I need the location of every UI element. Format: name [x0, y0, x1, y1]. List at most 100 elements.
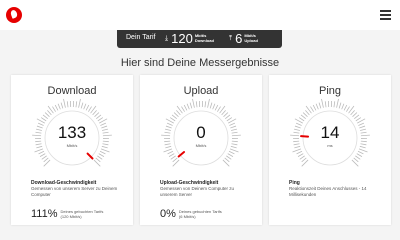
gauge-tick	[324, 101, 327, 108]
gauge-tick	[223, 112, 229, 118]
tariff-download-value: 120	[171, 31, 193, 46]
tariff-label: Dein Tarif	[126, 34, 156, 41]
gauge-tick	[97, 155, 103, 160]
tariff-upload-value: 6	[235, 31, 243, 46]
gauge-tick	[354, 114, 360, 120]
gauge-tick	[228, 150, 235, 155]
gauge-tick	[168, 153, 175, 157]
gauge-tick	[292, 148, 302, 153]
gauge-tick	[209, 102, 213, 109]
gauge-tick	[183, 104, 188, 111]
gauge-tick	[96, 114, 102, 120]
gauge-tick	[310, 106, 314, 112]
gauge-tick	[167, 150, 174, 155]
gauge-tick	[315, 103, 319, 110]
tariff-percent: 0% Deines gebuchten Tarifs (6 Mbit/s)	[160, 208, 222, 220]
gauge-tick	[80, 102, 84, 109]
gauge-tick	[229, 148, 239, 153]
download-icon: ⤓	[165, 34, 169, 42]
gauge-tick	[169, 117, 176, 122]
gauge-tick	[296, 150, 303, 155]
gauge-tick	[341, 103, 345, 110]
download-gauge: 133 Mbit/s	[31, 97, 113, 179]
upload-card: Upload 0 Mbit/s Upload-Geschwindigkeit G…	[140, 75, 262, 225]
gauge-tick	[227, 153, 234, 157]
percent-value: 111%	[31, 208, 58, 220]
gauge-tick	[217, 106, 221, 112]
gauge-tick	[214, 104, 219, 111]
gauge-tick	[170, 155, 176, 160]
gauge-tick	[57, 103, 61, 110]
gauge-tick	[355, 117, 362, 122]
gauge-tick	[163, 148, 173, 153]
gauge-value: 0	[196, 123, 206, 142]
gauge-tick	[195, 101, 198, 108]
gauge-tick	[189, 102, 193, 109]
gauge-value: 14	[320, 123, 340, 142]
gauge-tick	[186, 103, 190, 110]
gauge-tick	[171, 114, 177, 120]
results-heading: Hier sind Deine Messergebnisse	[120, 57, 280, 69]
gauge-tick	[78, 98, 81, 108]
gauge-tick	[43, 157, 49, 163]
gauge-tick	[350, 110, 355, 116]
gauge-tick	[221, 110, 226, 116]
gauge-tick	[204, 101, 207, 108]
gauge-tick	[298, 117, 305, 122]
gauge-tick	[299, 155, 305, 160]
detail-text: Gemessen von unserem Server zu Deinem Co…	[31, 186, 118, 197]
gauge-tick	[100, 148, 110, 153]
gauge-tick	[356, 153, 363, 157]
vodafone-logo-icon[interactable]	[6, 7, 22, 23]
gauge-tick	[98, 153, 105, 157]
gauge-tick	[176, 110, 181, 116]
gauge-tick	[357, 150, 364, 155]
gauge-tick	[92, 110, 97, 116]
gauge-tick	[302, 112, 308, 118]
gauge-tick	[44, 112, 50, 118]
gauge-tick	[172, 157, 178, 163]
ping-gauge: 14 ms	[289, 97, 371, 179]
card-title: Download	[47, 85, 97, 97]
gauge-tick	[301, 157, 307, 163]
gauge-tick	[192, 98, 195, 108]
gauge-tick	[63, 98, 66, 108]
tariff-upload: ⤒ 6 Mbit/s Upload	[229, 31, 258, 46]
gauge-tick	[224, 157, 230, 163]
tariff-percent: 111% Deines gebuchten Tarifs (120 Mbit/s)	[31, 208, 103, 220]
gauge-tick	[52, 106, 56, 112]
upload-gauge: 0 Mbit/s	[160, 97, 242, 179]
gauge-tick	[353, 157, 359, 163]
hamburger-menu-icon[interactable]	[380, 10, 391, 20]
top-bar	[0, 0, 400, 30]
gauge-tick	[207, 98, 210, 108]
gauge-tick	[94, 112, 100, 118]
gauge-tick	[60, 102, 64, 109]
percent-text: Deines gebuchten Tarifs (6 Mbit/s)	[178, 209, 222, 219]
gauge-tick	[333, 101, 336, 108]
gauge-tick	[66, 101, 69, 108]
gauge-tick	[99, 150, 106, 155]
gauge-tick	[226, 155, 232, 160]
gauge-tick	[95, 157, 101, 163]
gauge-tick	[318, 102, 322, 109]
gauge-tick	[338, 102, 342, 109]
tariff-upload-unit: Mbit/s Upload	[244, 33, 258, 43]
gauge-tick	[226, 117, 233, 122]
card-title: Ping	[318, 85, 342, 97]
tariff-bar: Dein Tarif ⤓ 120 Mbit/s Download ⤒ 6 Mbit…	[117, 30, 282, 48]
gauge-tick	[305, 110, 310, 116]
gauge-tick	[42, 114, 48, 120]
gauge-tick	[358, 148, 368, 153]
gauge-tick	[88, 106, 92, 112]
gauge-tick	[336, 98, 339, 108]
gauge-tick	[352, 112, 358, 118]
gauge-unit: Mbit/s	[66, 143, 78, 148]
gauge-tick	[297, 153, 304, 157]
tariff-download-unit: Mbit/s Download	[194, 33, 214, 43]
gauge-tick	[343, 104, 348, 111]
gauge-tick	[321, 98, 324, 108]
card-title: Upload	[183, 85, 219, 97]
gauge-unit: ms	[327, 143, 333, 148]
gauge-tick	[83, 103, 87, 110]
